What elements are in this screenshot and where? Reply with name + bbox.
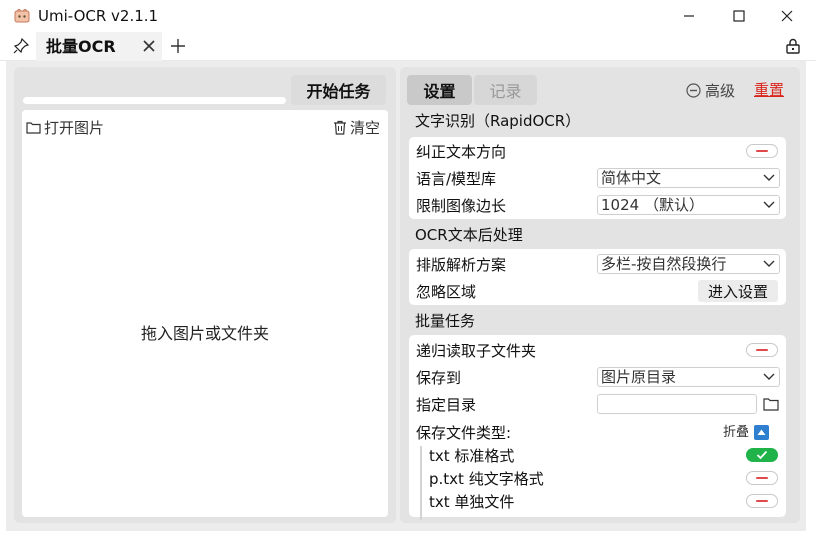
minimize-button[interactable]	[666, 0, 712, 32]
section-title-post: OCR文本后处理	[415, 226, 523, 244]
dir-input[interactable]	[597, 394, 757, 414]
save-to-label: 保存到	[416, 369, 462, 387]
section-title-batch: 批量任务	[415, 312, 476, 330]
plus-icon	[171, 39, 185, 53]
close-icon	[781, 10, 793, 22]
recursive-label: 递归读取子文件夹	[416, 342, 537, 360]
minimize-icon	[684, 15, 694, 17]
check-icon	[756, 450, 768, 460]
trash-icon	[334, 120, 346, 135]
save-to-select[interactable]: 图片原目录	[597, 367, 780, 387]
app-logo-icon	[14, 8, 30, 23]
lock-icon	[786, 38, 800, 54]
triangle-up-icon	[757, 429, 766, 435]
file-type-label: txt 标准格式	[429, 447, 515, 465]
browse-folder-button[interactable]	[763, 396, 781, 412]
maximize-button[interactable]	[716, 0, 762, 32]
chevron-down-icon	[763, 174, 775, 181]
correct-direction-label: 纠正文本方向	[416, 143, 507, 161]
folder-icon	[763, 398, 779, 411]
minus-circle-icon	[686, 82, 701, 98]
file-type-label: txt 单独文件	[429, 493, 515, 511]
sublist-guide	[420, 446, 422, 520]
layout-value: 多栏-按自然段换行	[601, 255, 727, 273]
open-image-button[interactable]: 打开图片	[26, 117, 104, 137]
open-image-label: 打开图片	[44, 118, 105, 137]
folder-icon	[26, 121, 41, 134]
tab-settings[interactable]: 设置	[407, 75, 472, 105]
start-task-button[interactable]: 开始任务	[291, 75, 386, 105]
toggle-off-mark	[756, 500, 768, 502]
lock-button[interactable]	[782, 35, 804, 57]
advanced-label: 高级	[705, 81, 736, 100]
add-tab-button[interactable]	[166, 35, 190, 57]
file-types-label: 保存文件类型:	[416, 424, 512, 442]
toggle-off-mark	[756, 477, 768, 479]
file-type-toggle[interactable]	[746, 494, 778, 508]
correct-direction-toggle[interactable]	[746, 144, 778, 158]
chevron-down-icon	[763, 373, 775, 380]
file-type-toggle[interactable]	[746, 448, 778, 462]
tab-close-button[interactable]	[138, 36, 160, 56]
window-title: Umi-OCR v2.1.1	[38, 7, 159, 25]
reset-link[interactable]: 重置	[754, 80, 784, 100]
limit-side-label: 限制图像边长	[416, 197, 507, 215]
chevron-down-icon	[763, 201, 775, 208]
recursive-toggle[interactable]	[746, 343, 778, 357]
pin-icon	[13, 38, 29, 54]
save-to-value: 图片原目录	[601, 368, 677, 386]
layout-label: 排版解析方案	[416, 256, 507, 274]
section-title-ocr: 文字识别（RapidOCR）	[415, 112, 581, 130]
chevron-down-icon	[763, 260, 775, 267]
limit-side-select[interactable]: 1024 （默认）	[597, 195, 780, 215]
progress-bar	[23, 97, 286, 104]
language-value: 简体中文	[601, 169, 662, 187]
drop-hint: 拖入图片或文件夹	[140, 324, 269, 343]
ignore-area-label: 忽略区域	[416, 283, 477, 301]
clear-label: 清空	[350, 118, 381, 137]
clear-button[interactable]: 清空	[333, 117, 380, 137]
maximize-icon	[733, 10, 745, 22]
file-type-toggle[interactable]	[746, 471, 778, 485]
language-select[interactable]: 简体中文	[597, 168, 780, 188]
advanced-toggle[interactable]: 高级	[686, 80, 735, 100]
fold-label: 折叠	[723, 425, 750, 440]
tab-label: 批量OCR	[46, 37, 116, 56]
file-type-label: p.txt 纯文字格式	[429, 470, 544, 488]
dir-label: 指定目录	[416, 396, 477, 414]
close-icon	[143, 40, 155, 52]
toggle-off-mark	[756, 349, 768, 351]
pin-button[interactable]	[8, 34, 34, 58]
toggle-off-mark	[756, 150, 768, 152]
drop-area[interactable]	[22, 110, 388, 517]
close-button[interactable]	[764, 0, 810, 32]
ignore-area-settings-button[interactable]: 进入设置	[698, 280, 778, 302]
language-label: 语言/模型库	[416, 170, 497, 188]
limit-side-value: 1024 （默认）	[601, 196, 704, 214]
layout-select[interactable]: 多栏-按自然段换行	[597, 254, 780, 274]
fold-button[interactable]	[754, 425, 769, 440]
tab-records[interactable]: 记录	[474, 75, 537, 105]
